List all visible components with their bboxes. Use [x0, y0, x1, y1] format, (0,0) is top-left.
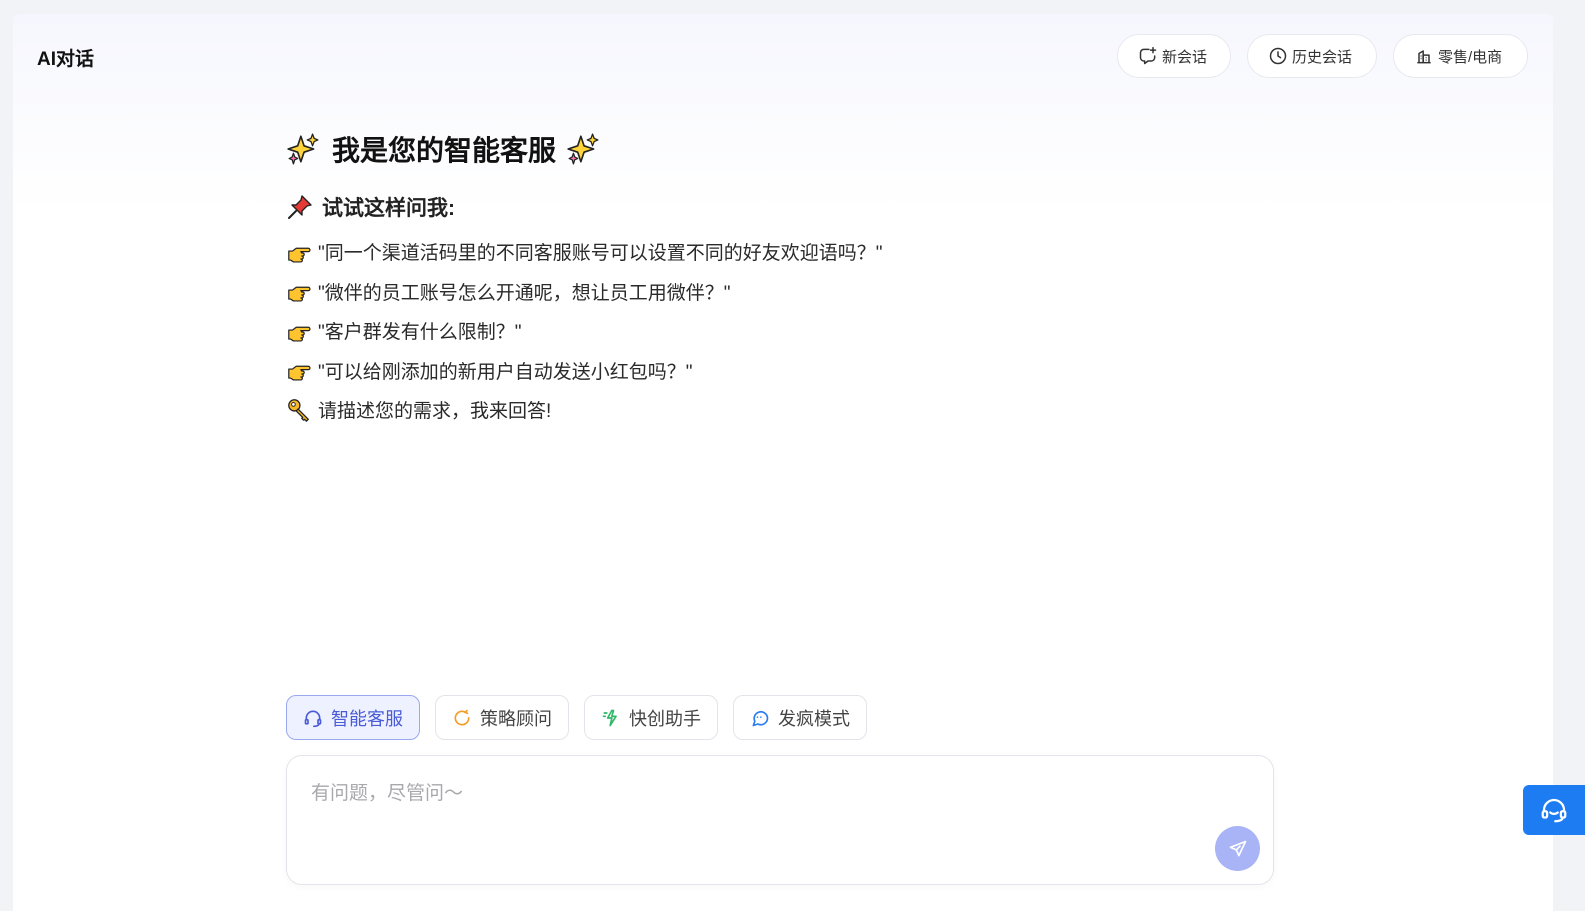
pushpin-icon: [288, 195, 312, 219]
suggestion-text: "客户群发有什么限制？": [318, 322, 522, 344]
customer-support-button[interactable]: [1523, 785, 1585, 835]
sparkle-icon: [287, 133, 319, 165]
send-button[interactable]: [1215, 826, 1260, 871]
pointing-hand-icon: [288, 247, 311, 263]
send-icon: [1229, 840, 1246, 856]
history-label: 历史会话: [1292, 48, 1353, 66]
new-chat-button[interactable]: 新会话: [1117, 34, 1231, 78]
new-chat-icon: [1139, 46, 1157, 65]
welcome-panel: 我是您的智能客服 试试这样问我: "同一个渠道活码里的不同客服账号可以设置不同的…: [286, 126, 1186, 430]
suggestion-item[interactable]: "微伴的员工账号怎么开通呢，想让员工用微伴？": [286, 272, 1186, 312]
mode-label: 智能客服: [331, 708, 403, 729]
mode-label: 快创助手: [629, 708, 701, 729]
strategy-icon: [454, 709, 470, 726]
building-icon: [1417, 50, 1431, 64]
headset-icon: [1541, 798, 1567, 823]
key-icon: [288, 398, 309, 422]
mode-label: 发疯模式: [778, 708, 850, 729]
closing-text: 请描述您的需求，我来回答!: [318, 401, 552, 423]
headset-icon: [304, 710, 322, 727]
welcome-title-text: 我是您的智能客服: [332, 135, 557, 166]
closing-line: 请描述您的需求，我来回答!: [286, 390, 1186, 430]
mode-label: 策略顾问: [480, 708, 552, 729]
history-button[interactable]: 历史会话: [1247, 34, 1377, 78]
chat-bubble-icon: [752, 710, 769, 726]
welcome-title: 我是您的智能客服: [286, 126, 1186, 172]
mode-crazy[interactable]: 发疯模式: [733, 695, 867, 740]
suggestion-item[interactable]: "可以给刚添加的新用户自动发送小红包吗？": [286, 351, 1186, 391]
message-composer: [286, 755, 1274, 885]
mode-quick-create[interactable]: 快创助手: [584, 695, 718, 740]
new-chat-label: 新会话: [1162, 48, 1208, 66]
mode-strategy-advisor[interactable]: 策略顾问: [435, 695, 569, 740]
sparkle-icon: [567, 133, 599, 165]
suggestion-text: "可以给刚添加的新用户自动发送小红包吗？": [318, 361, 693, 383]
spark-icon: [602, 709, 617, 726]
message-input[interactable]: [311, 778, 1211, 838]
suggestion-item[interactable]: "同一个渠道活码里的不同客服账号可以设置不同的好友欢迎语吗？": [286, 232, 1186, 272]
app-title: AI对话: [37, 49, 95, 70]
mode-selector: 智能客服 策略顾问 快创助手 发疯模式: [286, 695, 867, 740]
suggestion-text: "同一个渠道活码里的不同客服账号可以设置不同的好友欢迎语吗？": [318, 243, 883, 265]
suggestion-heading: 试试这样问我:: [286, 192, 1186, 222]
suggestion-text: "微伴的员工账号怎么开通呢，想让员工用微伴？": [318, 282, 731, 304]
suggestion-list: "同一个渠道活码里的不同客服账号可以设置不同的好友欢迎语吗？" "微伴的员工账号…: [286, 232, 1186, 430]
mode-smart-service[interactable]: 智能客服: [286, 695, 420, 740]
suggestion-item[interactable]: "客户群发有什么限制？": [286, 311, 1186, 351]
pointing-hand-icon: [288, 326, 311, 342]
suggestion-heading-text: 试试这样问我:: [322, 197, 455, 220]
app-window: AI对话 新会话 历史会话 零售/电商 我是您的智能客服 试试这样问我: "同一…: [13, 14, 1553, 911]
pointing-hand-icon: [288, 365, 311, 381]
pointing-hand-icon: [288, 286, 311, 302]
industry-button[interactable]: 零售/电商: [1393, 34, 1528, 78]
clock-icon: [1269, 47, 1287, 65]
industry-label: 零售/电商: [1438, 48, 1503, 66]
